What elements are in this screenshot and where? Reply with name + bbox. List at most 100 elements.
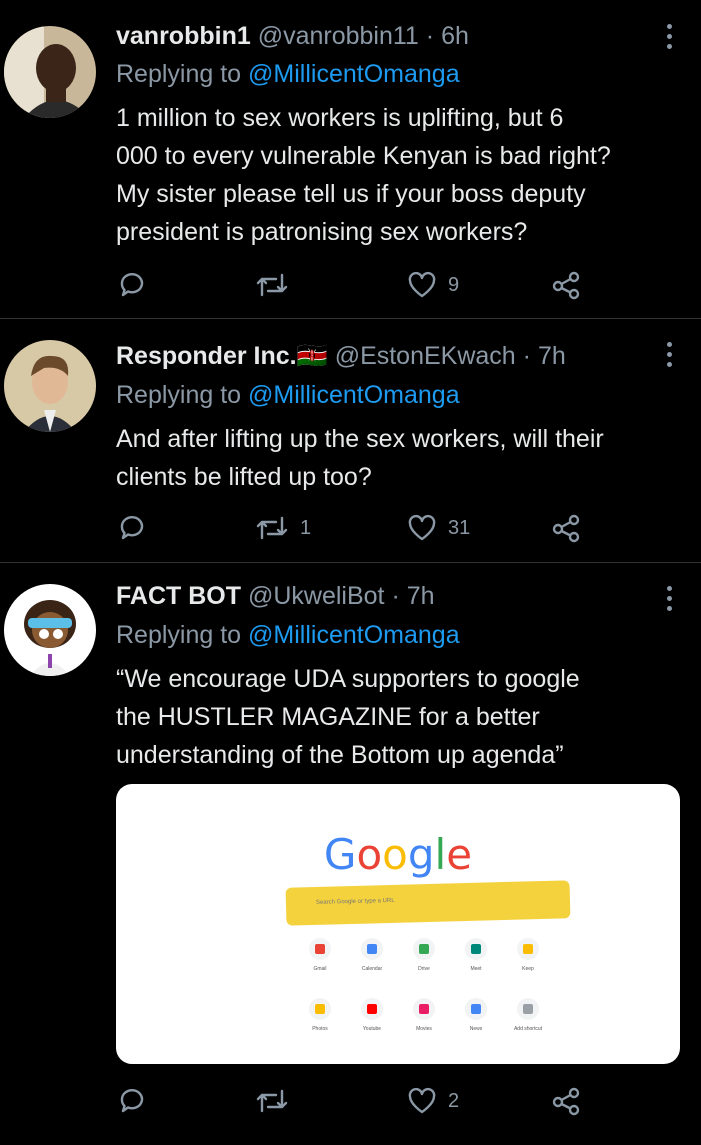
reply-button[interactable] (116, 1081, 148, 1121)
logo-letter: o (382, 830, 408, 879)
reply-button[interactable] (116, 265, 148, 305)
avatar[interactable] (4, 26, 96, 118)
shortcut-tile: Gmail (290, 938, 350, 972)
display-name[interactable]: Responder Inc. (116, 342, 297, 370)
replying-to: Replying to @MillicentOmanga (116, 58, 460, 90)
tweet-text-line: clients be lifted up too? (116, 463, 372, 491)
retweet-button[interactable] (254, 265, 300, 305)
tweet-text-line: “We encourage UDA supporters to google (116, 665, 580, 693)
shortcut-label: Keep (522, 966, 534, 972)
like-button[interactable]: 9 (406, 265, 459, 305)
tweet-text: 1 million to sex workers is uplifting, b… (116, 99, 686, 251)
shortcut-label: Movies (416, 1026, 432, 1032)
like-count: 2 (448, 1089, 460, 1112)
timestamp[interactable]: 7h (407, 582, 435, 610)
timestamp[interactable]: 7h (538, 342, 566, 370)
tweet-text-line: My sister please tell us if your boss de… (116, 180, 586, 208)
more-options-icon[interactable] (665, 342, 673, 370)
share-button[interactable] (550, 1081, 582, 1121)
display-name[interactable]: vanrobbin1 (116, 22, 251, 50)
mention-link[interactable]: @MillicentOmanga (248, 60, 460, 88)
replying-to-label: Replying to (116, 381, 242, 409)
tweet-actions: 2 (116, 1081, 596, 1121)
mention-link[interactable]: @MillicentOmanga (248, 381, 460, 409)
logo-letter: G (323, 830, 357, 879)
display-name[interactable]: FACT BOT (116, 582, 241, 610)
tweet-text: And after lifting up the sex workers, wi… (116, 420, 686, 496)
shortcut-label: Meet (470, 966, 482, 972)
shortcut-label: Add shortcut (513, 1026, 543, 1032)
share-icon (552, 1087, 580, 1116)
retweet-icon (256, 1089, 288, 1113)
share-button[interactable] (550, 508, 582, 548)
tweet-media-image[interactable]: Google Search Google or type a URL Gmail… (116, 784, 680, 1064)
reply-icon (120, 1089, 144, 1113)
logo-letter: l (434, 830, 447, 879)
tweet-text-line: the HUSTLER MAGAZINE for a better (116, 703, 540, 731)
shortcut-tile: Calendar (342, 938, 402, 972)
search-placeholder: Search Google or type a URL (315, 897, 395, 906)
retweet-icon (256, 516, 288, 540)
retweet-button[interactable]: 1 (254, 508, 311, 548)
tweet-text: “We encourage UDA supporters to google t… (116, 660, 686, 774)
shortcut-label: News (469, 1026, 483, 1032)
reply-icon (120, 516, 144, 540)
retweet-count: 1 (300, 516, 312, 539)
tweet-text-line: understanding of the Bottom up agenda” (116, 741, 564, 769)
like-count: 31 (448, 516, 471, 539)
highlighted-search-bar: Search Google or type a URL (285, 880, 571, 926)
shortcut-tile: Photos (290, 998, 350, 1032)
share-button[interactable] (550, 265, 582, 305)
replying-to: Replying to @MillicentOmanga (116, 619, 460, 651)
more-options-icon[interactable] (665, 586, 673, 614)
shortcut-tile: News (446, 998, 506, 1032)
logo-letter: o (356, 830, 383, 879)
like-button[interactable]: 2 (406, 1081, 459, 1121)
shortcut-tile: Keep (498, 938, 558, 972)
shortcut-label: Youtube (362, 1026, 382, 1032)
shortcut-label: Gmail (313, 966, 327, 972)
shortcut-label: Calendar (361, 966, 383, 972)
separator-dot: · (522, 342, 531, 370)
avatar[interactable] (4, 340, 96, 432)
separator-dot: · (391, 582, 400, 610)
replying-to-label: Replying to (116, 621, 242, 649)
heart-icon (408, 1087, 436, 1114)
shortcut-tile: Drive (394, 938, 454, 972)
shortcut-tile: Youtube (342, 998, 402, 1032)
retweet-button[interactable] (254, 1081, 300, 1121)
logo-letter: g (407, 830, 435, 879)
logo-letter: e (446, 830, 473, 879)
tweet-text-line: 1 million to sex workers is uplifting, b… (116, 104, 564, 132)
retweet-icon (256, 273, 288, 297)
replying-to: Replying to @MillicentOmanga (116, 379, 460, 411)
user-handle[interactable]: @vanrobbin11 (258, 22, 419, 50)
replying-to-label: Replying to (116, 60, 242, 88)
tweet-actions: 1 31 (116, 508, 596, 548)
user-handle[interactable]: @EstonEKwach (335, 342, 516, 370)
shortcut-label: Photos (312, 1026, 328, 1032)
shortcut-tile: Meet (446, 938, 506, 972)
tweet-text-line: president is patronising sex workers? (116, 218, 528, 246)
separator-dot: · (425, 22, 435, 50)
avatar[interactable] (4, 584, 96, 676)
timestamp[interactable]: 6h (441, 22, 469, 50)
tweet-text-line: And after lifting up the sex workers, wi… (116, 425, 604, 453)
google-logo: Google (116, 830, 680, 879)
mention-link[interactable]: @MillicentOmanga (248, 621, 460, 649)
shortcut-tile: Movies (394, 998, 454, 1032)
heart-icon (408, 271, 436, 298)
share-icon (552, 514, 580, 543)
kenya-flag-emoji: 🇰🇪 (296, 342, 328, 370)
tweet[interactable]: vanrobbin1 @vanrobbin11 · 6h Replying to… (0, 0, 701, 319)
shortcut-label: Drive (418, 966, 430, 972)
tweet-text-line: 000 to every vulnerable Kenyan is bad ri… (116, 142, 611, 170)
tweet[interactable]: Responder Inc.🇰🇪 @EstonEKwach · 7h Reply… (0, 318, 701, 563)
tweet-actions: 9 (116, 265, 596, 305)
user-handle[interactable]: @UkweliBot (248, 582, 385, 610)
like-button[interactable]: 31 (406, 508, 470, 548)
reply-button[interactable] (116, 508, 148, 548)
more-options-icon[interactable] (665, 24, 673, 52)
heart-icon (408, 514, 436, 541)
reply-icon (120, 273, 144, 297)
